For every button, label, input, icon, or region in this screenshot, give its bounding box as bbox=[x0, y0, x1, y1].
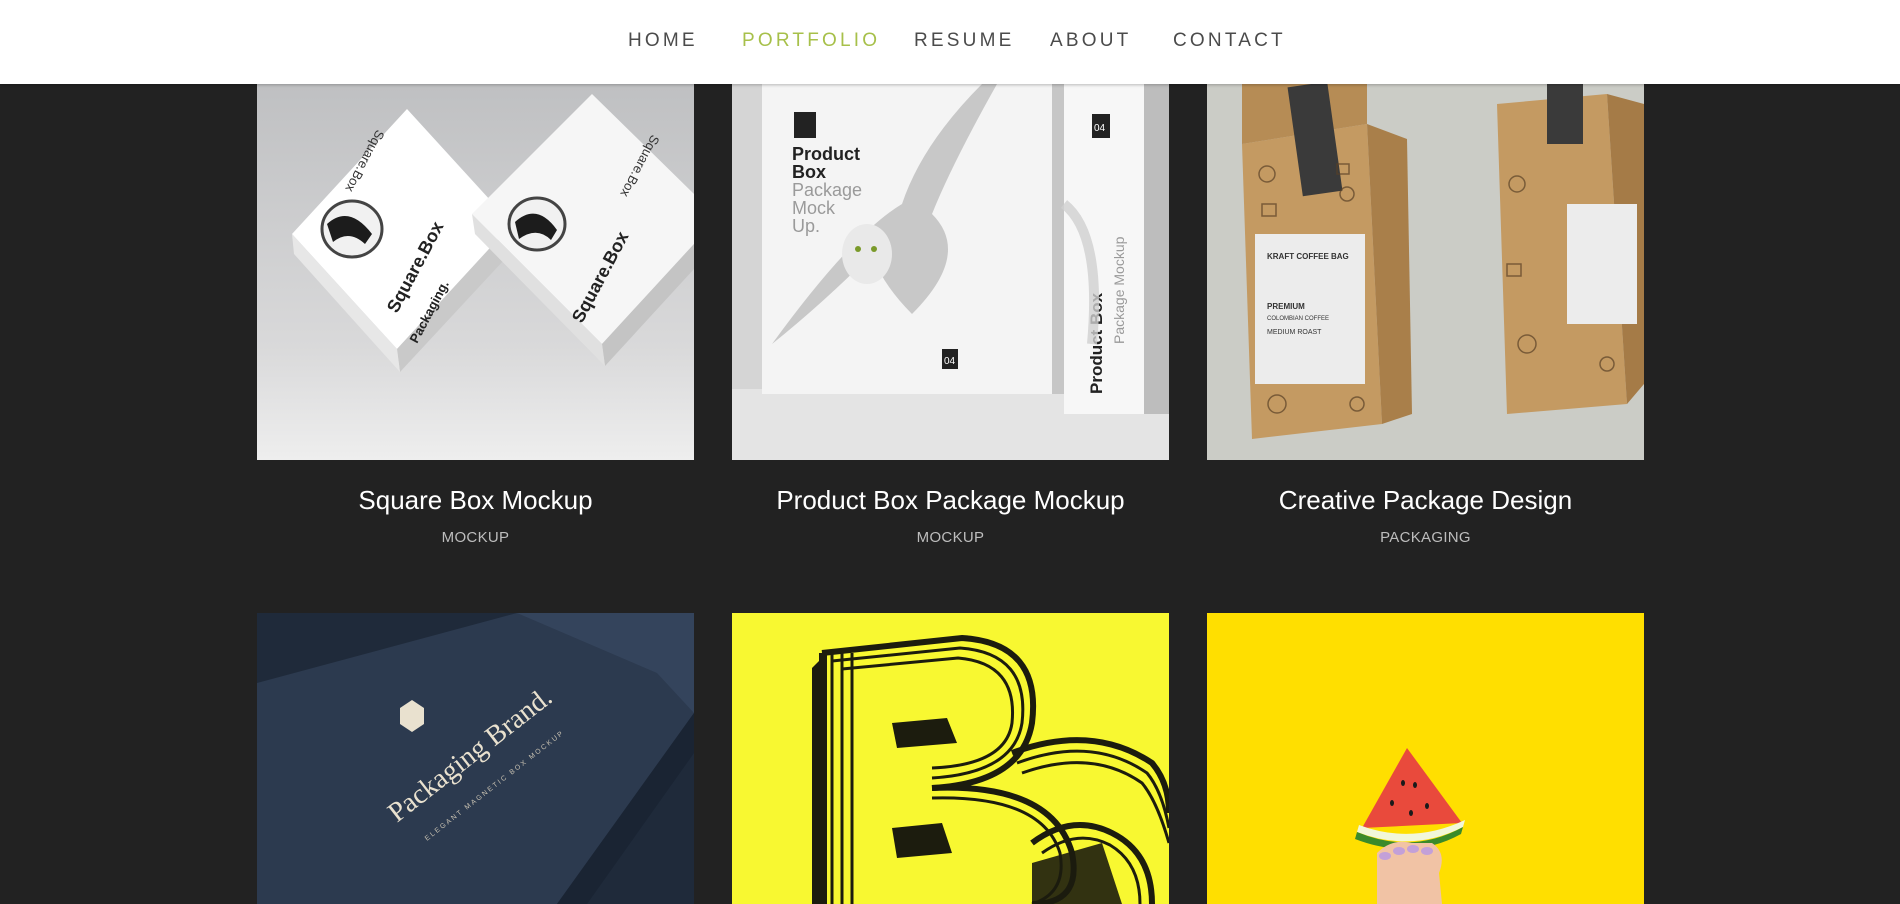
portfolio-item-title[interactable]: Product Box Package Mockup bbox=[732, 485, 1169, 516]
coffee-bag-image: KRAFT COFFEE BAG PREMIUM COLOMBIAN COFFE… bbox=[1207, 84, 1644, 460]
portfolio-item-category: MOCKUP bbox=[916, 529, 985, 546]
portfolio-item-title[interactable]: Square Box Mockup bbox=[257, 485, 694, 516]
top-navigation: HOME PORTFOLIO RESUME ABOUT CONTACT bbox=[0, 0, 1900, 84]
nav-portfolio-link[interactable]: PORTFOLIO bbox=[742, 30, 880, 52]
portfolio-thumbnail[interactable]: KRAFT COFFEE BAG PREMIUM COLOMBIAN COFFE… bbox=[1207, 84, 1644, 460]
box-badge: 04 bbox=[944, 356, 956, 367]
letter-b-image bbox=[732, 613, 1169, 904]
nav-home-link[interactable]: HOME bbox=[628, 30, 698, 52]
square-box-image: Square.Box Packaging. Square.Box Square.… bbox=[257, 84, 694, 460]
portfolio-item-title[interactable]: Creative Package Design bbox=[1207, 485, 1644, 516]
box-text: Up. bbox=[792, 216, 820, 236]
watermelon-image bbox=[1207, 613, 1644, 904]
box-text: Box bbox=[792, 162, 826, 182]
nav-contact-link[interactable]: CONTACT bbox=[1173, 30, 1286, 52]
portfolio-thumbnail[interactable] bbox=[732, 613, 1169, 904]
box-text: Package Mockup bbox=[1111, 236, 1127, 344]
box-badge: 04 bbox=[1094, 123, 1106, 134]
bag-label-text: COLOMBIAN COFFEE bbox=[1267, 316, 1329, 322]
box-text: Product bbox=[792, 144, 860, 164]
portfolio-thumbnail[interactable] bbox=[1207, 613, 1644, 904]
bag-label-text: PREMIUM bbox=[1267, 302, 1305, 311]
nav-resume-link[interactable]: RESUME bbox=[914, 30, 1015, 52]
portfolio-thumbnail[interactable]: Packaging Brand. ELEGANT MAGNETIC BOX MO… bbox=[257, 613, 694, 904]
product-box-image: Product Box Package Mock Up. 04 04 Produ… bbox=[732, 84, 1169, 460]
portfolio-thumbnail[interactable]: Product Box Package Mock Up. 04 04 Produ… bbox=[732, 84, 1169, 460]
bag-label-text: MEDIUM ROAST bbox=[1267, 329, 1322, 336]
portfolio-item-category: MOCKUP bbox=[441, 529, 510, 546]
box-text: Package bbox=[792, 180, 862, 200]
portfolio-thumbnail[interactable]: Square.Box Packaging. Square.Box Square.… bbox=[257, 84, 694, 460]
portfolio-item-category: PACKAGING bbox=[1380, 529, 1471, 546]
nav-about-link[interactable]: ABOUT bbox=[1050, 30, 1131, 52]
navy-box-image: Packaging Brand. ELEGANT MAGNETIC BOX MO… bbox=[257, 613, 694, 904]
nav-list: HOME PORTFOLIO RESUME ABOUT CONTACT bbox=[0, 0, 1900, 84]
bag-label-text: KRAFT COFFEE BAG bbox=[1267, 252, 1349, 261]
box-text: Mock bbox=[792, 198, 836, 218]
